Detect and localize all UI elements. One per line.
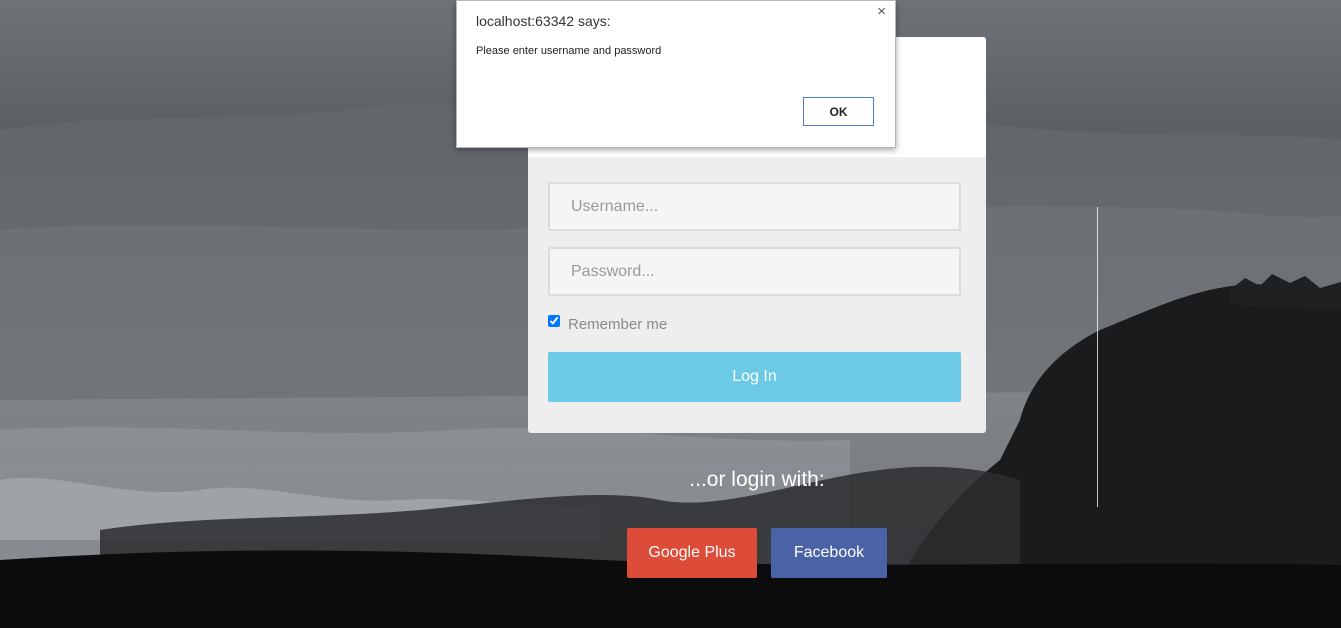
alternative-login-prompt: ...or login with: [689, 468, 825, 491]
close-icon[interactable]: × [877, 3, 886, 20]
alert-ok-button[interactable]: OK [803, 97, 874, 126]
remember-me-checkbox[interactable] [548, 314, 560, 327]
password-field[interactable] [548, 247, 961, 296]
password-input[interactable] [550, 249, 959, 294]
google-plus-button[interactable]: Google Plus [627, 528, 757, 578]
alert-message: Please enter username and password [476, 45, 662, 57]
username-input[interactable] [550, 184, 959, 229]
username-field[interactable] [548, 182, 961, 231]
vertical-divider-line [1097, 207, 1098, 507]
browser-alert-dialog: localhost:63342 says: × Please enter use… [456, 0, 896, 148]
remember-me-row[interactable]: Remember me [548, 314, 668, 333]
remember-me-label: Remember me [568, 316, 668, 333]
alert-title: localhost:63342 says: [476, 13, 611, 29]
login-button[interactable]: Log In [548, 352, 961, 402]
facebook-button[interactable]: Facebook [771, 528, 887, 578]
